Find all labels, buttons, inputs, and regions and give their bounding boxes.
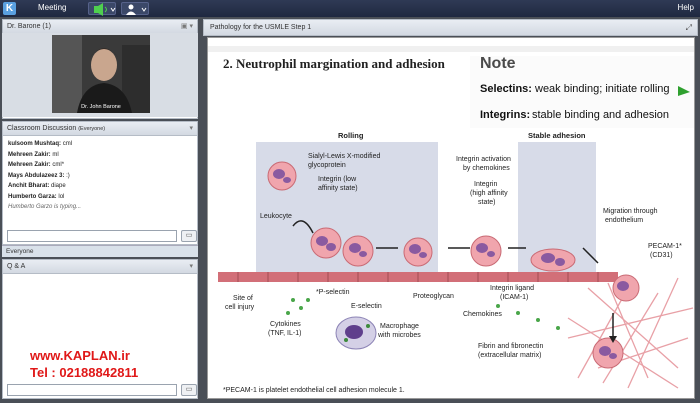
typing-indicator: Humberto Garzo is typing... [8, 204, 82, 210]
label-macrophage: Macrophage [380, 323, 419, 330]
slide-window-header: Pathology for the USMLE Step 1 ⤢ [203, 19, 698, 36]
label-icam: (ICAM-1) [500, 294, 528, 301]
qa-title: Q & A [7, 263, 26, 270]
presenter-image [52, 35, 150, 113]
send-chat-button[interactable]: ▭ [181, 230, 197, 242]
label-sialyl: Sialyl-Lewis X-modified [308, 153, 380, 160]
label-glycoprotein: glycoprotein [308, 162, 346, 169]
label-integrin-activation: Integrin activation [456, 156, 511, 163]
chat-message: kulsoom Mushtaq: cml [8, 141, 73, 147]
rolling-title: Rolling [338, 131, 364, 140]
label-chemokines: Chemokines [463, 311, 502, 318]
label-endothelium: endothelium [605, 217, 643, 224]
note-title: Note [480, 55, 516, 72]
help-link[interactable]: Help [678, 3, 694, 12]
panel-options-icon[interactable]: ▾ [189, 262, 193, 270]
presenter-control-button[interactable] [121, 2, 149, 15]
label-state: state) [478, 199, 496, 206]
label-p-selectin: *P-selectin [316, 289, 350, 296]
panel-options-icon[interactable]: ▾ [189, 124, 193, 132]
discussion-panel: Classroom Discussion (Everyone) ▾ kulsoo… [2, 121, 198, 245]
label-with-microbes: with microbes [377, 332, 421, 339]
chat-message: Mehreen Zakir: ml [8, 151, 59, 158]
label-by-chemokines: by chemokines [463, 165, 510, 172]
label-high-affinity: (high affinity [470, 190, 508, 197]
label-proteoglycan: Proteoglycan [413, 293, 454, 300]
chat-message: Anchit Bharat: diape [8, 183, 66, 189]
discussion-audience: (Everyone) [78, 126, 106, 132]
discussion-header: Classroom Discussion (Everyone) ▾ [3, 122, 197, 136]
leukocyte-cell [267, 161, 297, 191]
chat-message: Mays Abdulazeez 3: :) [8, 172, 70, 179]
video-panel-count: (1) [42, 23, 51, 30]
chat-message: Humberto Garza: lol [8, 193, 65, 200]
leukocyte-cell [470, 235, 502, 267]
presenter-name: Dr. John Barone [81, 104, 121, 110]
stable-adhesion-title: Stable adhesion [528, 131, 586, 140]
qa-header: Q & A ▾ [3, 260, 197, 274]
meeting-menu[interactable]: Meeting [38, 3, 66, 12]
chat-bubble-icon: ▭ [185, 232, 193, 239]
video-panel-header: Dr. Barone (1) ▣ ▾ [3, 20, 197, 34]
kaplan-logo: K [3, 2, 16, 15]
label-integrin-ligand: Integrin ligand [490, 285, 534, 292]
top-bar: K Meeting Help [0, 0, 700, 17]
label-leukocyte: Leukocyte [260, 213, 292, 220]
slide-diagram: 2. Neutrophil margination and adhesion N… [208, 38, 694, 394]
label-cytokines: Cytokines [270, 321, 301, 328]
leukocyte-cell [592, 337, 624, 369]
label-fibrin: Fibrin and fibronectin [478, 343, 543, 350]
slide-heading: 2. Neutrophil margination and adhesion [223, 56, 446, 71]
discussion-title: Classroom Discussion [7, 125, 77, 132]
label-integrin: Integrin [474, 181, 497, 188]
label-cell-injury: cell injury [225, 304, 255, 311]
slide-window-title: Pathology for the USMLE Step 1 [210, 24, 312, 31]
label-cd31: (CD31) [650, 252, 673, 259]
promo-website: www.KAPLAN.ir [30, 348, 130, 363]
promo-phone: Tel : 02188842811 [30, 365, 139, 380]
label-site: Site of [233, 295, 253, 302]
leukocyte-cell [612, 274, 640, 302]
chat-message: Mehreen Zakir: cml* [8, 162, 65, 168]
fullscreen-icon[interactable]: ⤢ [686, 23, 692, 33]
label-ecm: (extracellular matrix) [478, 352, 541, 359]
webcam-feed: Dr. John Barone [52, 35, 150, 113]
integrins-text: stable binding and adhesion [532, 109, 669, 121]
label-migration: Migration through [603, 208, 658, 215]
send-question-button[interactable]: ▭ [181, 384, 197, 396]
leukocyte-cell [342, 235, 374, 267]
leukocyte-cell [310, 227, 342, 259]
label-integrin-low: Integrin (low [318, 176, 357, 183]
chat-tab-everyone[interactable]: Everyone [2, 245, 198, 257]
slide-content: 2. Neutrophil margination and adhesion N… [207, 37, 695, 399]
leukocyte-cell [530, 248, 576, 272]
video-panel-title: Dr. Barone [7, 23, 41, 30]
label-tnf: (TNF, IL-1) [268, 330, 301, 337]
speaker-icon [94, 3, 116, 16]
chat-bubble-icon: ▭ [185, 386, 193, 393]
label-pecam: PECAM-1* [648, 243, 682, 250]
panel-options-icon[interactable]: ▣ ▾ [181, 22, 193, 30]
label-e-selectin: E-selectin [351, 303, 382, 310]
leukocyte-cell [403, 237, 433, 267]
selectins-text: weak binding; initiate rolling [534, 83, 670, 95]
chemokine-dots [286, 298, 560, 330]
label-affinity-state: affinity state) [318, 185, 358, 192]
macrophage-cell [335, 316, 377, 350]
video-area: Dr. John Barone [2, 33, 198, 117]
audio-control-button[interactable] [88, 2, 116, 16]
chat-messages: kulsoom Mushtaq: cml Mehreen Zakir: ml M… [3, 136, 197, 216]
chat-input[interactable] [7, 230, 177, 242]
footnote: *PECAM-1 is platelet endothelial cell ad… [223, 387, 405, 394]
integrins-label: Integrins: [480, 109, 530, 121]
qa-input[interactable] [7, 384, 177, 396]
selectins-label: Selectins: [480, 83, 532, 95]
person-icon [126, 4, 147, 15]
